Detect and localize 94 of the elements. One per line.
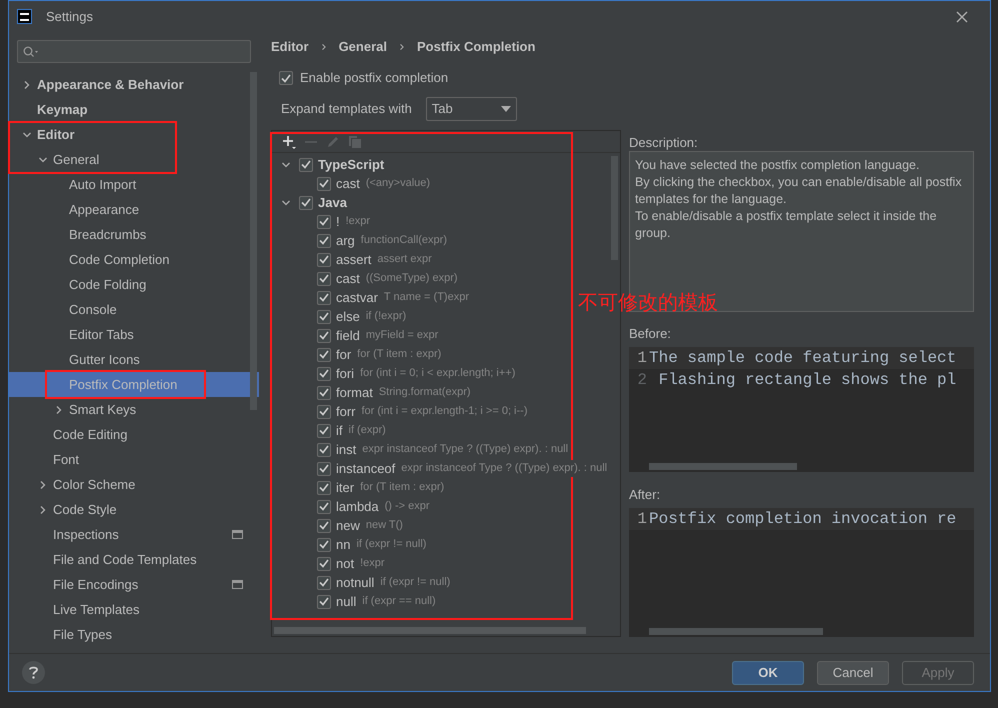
chevron-right-icon (398, 44, 405, 50)
checkbox[interactable] (317, 424, 331, 438)
section-label: Description: (629, 134, 699, 151)
checkbox[interactable] (317, 576, 331, 590)
tree-item[interactable]: Keymap (9, 97, 259, 122)
tree-item[interactable]: Appearance (9, 197, 259, 222)
tree-item[interactable]: Font (9, 447, 259, 472)
checkbox[interactable] (317, 462, 331, 476)
section-label: Before: (629, 325, 672, 343)
horizontal-scrollbar-thumb[interactable] (274, 627, 586, 634)
collapse-chevron-icon[interactable] (39, 480, 47, 488)
section-label: After: (629, 486, 662, 504)
tree-item[interactable]: Appearance & Behavior (9, 72, 259, 97)
code-line: The sample code featuring select (649, 348, 956, 369)
checkbox[interactable] (317, 518, 331, 532)
checkbox[interactable] (317, 500, 331, 514)
checkbox[interactable] (317, 480, 331, 494)
code-line: Flashing rectangle shows the pl (658, 370, 956, 391)
checkbox[interactable] (317, 556, 331, 570)
breadcrumb-link[interactable]: General (338, 37, 387, 57)
app-logo-icon (17, 9, 32, 24)
field-label: Expand templates with (281, 100, 412, 118)
horizontal-scrollbar-thumb[interactable] (649, 463, 797, 470)
checkbox[interactable] (299, 196, 313, 210)
line-number: 1 (636, 348, 648, 369)
collapse-chevron-icon[interactable] (23, 80, 31, 88)
checkbox[interactable] (317, 328, 331, 342)
expand-chevron-icon[interactable] (23, 130, 31, 138)
tree-item[interactable]: Color Scheme (9, 472, 259, 497)
chevron-right-icon (320, 44, 327, 50)
search-icon (23, 46, 39, 58)
dropdown-arrow-icon (500, 106, 511, 112)
checkbox[interactable] (317, 310, 331, 324)
checkbox[interactable] (317, 442, 331, 456)
tree-item[interactable]: Gutter Icons (9, 347, 259, 372)
tree-item[interactable]: Breadcrumbs (9, 222, 259, 247)
checkbox[interactable] (317, 348, 331, 362)
ok-button[interactable]: OK (732, 660, 804, 684)
template-group-label: TypeScript (318, 156, 384, 174)
tree-item[interactable]: Smart Keys (9, 397, 259, 422)
checkbox[interactable] (317, 290, 331, 304)
checkbox[interactable] (317, 404, 331, 418)
search-field[interactable] (17, 40, 251, 63)
checkbox[interactable] (317, 176, 331, 190)
tree-item[interactable]: Code Folding (9, 272, 259, 297)
checkbox[interactable] (317, 214, 331, 228)
collapse-chevron-icon[interactable] (39, 506, 47, 514)
checkbox[interactable] (317, 252, 331, 266)
window-title: Settings (46, 8, 93, 26)
checkbox-label: Enable postfix completion (300, 69, 448, 88)
expand-chevron-icon[interactable] (282, 198, 290, 206)
checkbox[interactable] (317, 594, 331, 608)
tree-item[interactable]: Console (9, 297, 259, 322)
checkbox[interactable] (317, 538, 331, 552)
tree-item[interactable]: File Types (9, 622, 259, 647)
checkbox[interactable] (317, 234, 331, 248)
dropdown[interactable]: Tab (426, 97, 517, 121)
tree-item[interactable]: Code Style (9, 497, 259, 522)
help-button[interactable] (22, 661, 45, 684)
checkbox[interactable] (317, 272, 331, 286)
code-line: Postfix completion invocation re (649, 509, 956, 530)
description-text: To enable/disable a postfix template select it inside the group. (635, 208, 938, 242)
scrollbar-thumb[interactable] (250, 72, 257, 410)
line-number: 1 (636, 509, 648, 530)
question-mark-icon (29, 666, 38, 679)
checkbox[interactable] (279, 71, 293, 85)
tree-item[interactable]: Code Editing (9, 422, 259, 447)
tree-item[interactable]: Inspections (9, 522, 259, 547)
description-text: You have selected the postfix completion language. (635, 157, 920, 174)
checkbox[interactable] (317, 386, 331, 400)
template-example: expr instanceof Type ? ((Type) expr). : null (401, 460, 608, 477)
tree-item[interactable]: Auto Import (9, 172, 259, 197)
checkbox[interactable] (317, 366, 331, 380)
add-icon[interactable] (282, 134, 296, 148)
tree-item[interactable]: Editor (9, 122, 259, 147)
checkbox[interactable] (299, 158, 313, 172)
breadcrumb-link[interactable]: Editor (271, 37, 309, 57)
tree-item[interactable]: Editor Tabs (9, 322, 259, 347)
template-group-label: Java (318, 194, 347, 212)
horizontal-scrollbar-thumb[interactable] (649, 628, 823, 635)
close-icon[interactable] (956, 10, 968, 22)
expand-chevron-icon[interactable] (39, 156, 47, 164)
expand-chevron-icon[interactable] (282, 160, 290, 168)
tree-item[interactable]: General (9, 147, 259, 172)
tree-item[interactable]: File and Code Templates (9, 547, 259, 572)
line-number: 2 (636, 370, 648, 391)
description-text: By clicking the checkbox, you can enable/disable all postfix templates for the language. (635, 174, 963, 208)
collapse-chevron-icon[interactable] (55, 406, 63, 414)
annotation-text: 不可修改的模板 (578, 291, 718, 316)
tree-item[interactable]: Live Templates (9, 597, 259, 622)
tree-item[interactable]: Code Completion (9, 247, 259, 272)
tree-item[interactable]: File Encodings (9, 572, 259, 597)
cancel-button[interactable]: Cancel (817, 660, 889, 684)
breadcrumb-link[interactable]: Postfix Completion (416, 37, 536, 57)
